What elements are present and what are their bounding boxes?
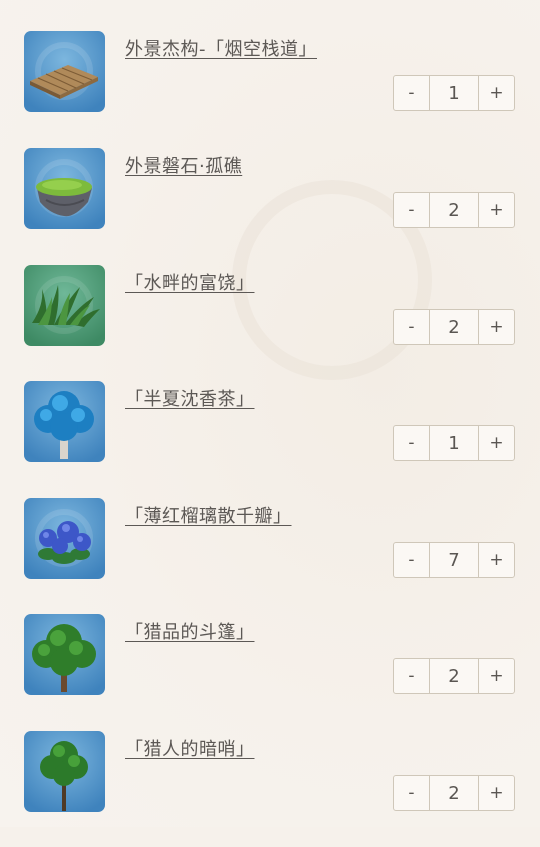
quantity-value[interactable]: 1 <box>429 76 479 110</box>
item-name[interactable]: 「水畔的富饶」 <box>125 269 255 295</box>
green-tree-icon <box>24 614 105 695</box>
item-name[interactable]: 「猎品的斗篷」 <box>125 618 255 644</box>
thin-tree-icon <box>24 731 105 812</box>
quantity-value[interactable]: 1 <box>429 426 479 460</box>
quantity-stepper[interactable]: - 2 + <box>393 309 515 345</box>
furnishing-list-page: 外景杰构-「烟空栈道」 - 1 + 外景磐石·孤礁 - 2 + 「水畔的富饶」 … <box>0 0 540 827</box>
decrement-button[interactable]: - <box>394 776 429 810</box>
item-name[interactable]: 「半夏沈香茶」 <box>125 385 255 411</box>
list-item: 「猎品的斗篷」 - 2 + <box>0 614 540 730</box>
quantity-value[interactable]: 2 <box>429 659 479 693</box>
hydrangea-flower-icon <box>24 498 105 579</box>
blue-tree-icon <box>24 381 105 462</box>
quantity-stepper[interactable]: - 1 + <box>393 425 515 461</box>
increment-button[interactable]: + <box>479 193 514 227</box>
quantity-value[interactable]: 2 <box>429 193 479 227</box>
list-item: 「半夏沈香茶」 - 1 + <box>0 381 540 497</box>
quantity-value[interactable]: 2 <box>429 776 479 810</box>
list-item: 「水畔的富饶」 - 2 + <box>0 265 540 381</box>
decrement-button[interactable]: - <box>394 76 429 110</box>
quantity-value[interactable]: 2 <box>429 310 479 344</box>
list-item: 「薄红榴璃散千瓣」 - 7 + <box>0 498 540 614</box>
quantity-stepper[interactable]: - 2 + <box>393 775 515 811</box>
decrement-button[interactable]: - <box>394 426 429 460</box>
decrement-button[interactable]: - <box>394 543 429 577</box>
increment-button[interactable]: + <box>479 76 514 110</box>
list-item: 「猎人的暗哨」 - 2 + <box>0 731 540 847</box>
list-item: 外景杰构-「烟空栈道」 - 1 + <box>0 31 540 147</box>
decrement-button[interactable]: - <box>394 310 429 344</box>
item-name[interactable]: 「薄红榴璃散千瓣」 <box>125 502 292 528</box>
increment-button[interactable]: + <box>479 426 514 460</box>
wooden-platform-icon <box>24 31 105 112</box>
item-name[interactable]: 「猎人的暗哨」 <box>125 735 255 761</box>
item-name[interactable]: 外景杰构-「烟空栈道」 <box>125 35 317 61</box>
quantity-value[interactable]: 7 <box>429 543 479 577</box>
increment-button[interactable]: + <box>479 776 514 810</box>
grass-plant-icon <box>24 265 105 346</box>
increment-button[interactable]: + <box>479 543 514 577</box>
item-name[interactable]: 外景磐石·孤礁 <box>125 152 242 178</box>
quantity-stepper[interactable]: - 2 + <box>393 658 515 694</box>
decrement-button[interactable]: - <box>394 659 429 693</box>
quantity-stepper[interactable]: - 2 + <box>393 192 515 228</box>
quantity-stepper[interactable]: - 7 + <box>393 542 515 578</box>
increment-button[interactable]: + <box>479 310 514 344</box>
decrement-button[interactable]: - <box>394 193 429 227</box>
quantity-stepper[interactable]: - 1 + <box>393 75 515 111</box>
list-item: 外景磐石·孤礁 - 2 + <box>0 148 540 264</box>
floating-rock-icon <box>24 148 105 229</box>
increment-button[interactable]: + <box>479 659 514 693</box>
